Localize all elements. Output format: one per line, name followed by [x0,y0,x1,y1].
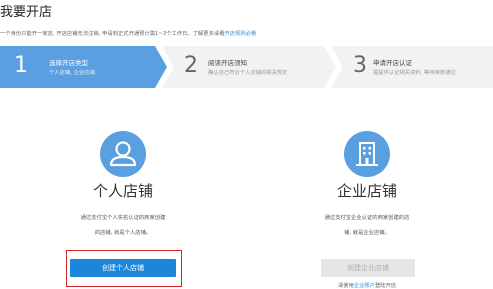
step-1-number: 1 [14,53,28,78]
step-2-title: 阅读开店须知 [208,59,247,67]
create-enterprise-store-button[interactable]: 创建企业店铺 [321,259,415,277]
note-prefix: 请使用 [337,283,354,289]
personal-store-title: 个人店铺 [92,182,153,200]
personal-store-desc: 通过支付宝个人实名认证的商家创建 的店铺, 就是个人店铺。 [58,211,188,241]
create-personal-store-button[interactable]: 创建个人店铺 [70,259,176,277]
step-1-desc: 个人店铺, 企业店铺 [49,70,95,76]
note-suffix: 登陆开店 [374,283,397,289]
intro-text: 一个身份只能开一家店, 开店店铺无法注销, 申请到正式开通预计需1~3个工作日。… [0,29,256,37]
enterprise-store-card: 企业店铺 通过支付宝企业认证的商家创建的店 铺, 就是企业店铺。 创建企业店铺 … [292,126,442,289]
user-icon [100,131,146,177]
step-3-desc: 需提供认证相关资料, 等待审核通过 [373,70,456,76]
enterprise-store-desc: 通过支付宝企业认证的商家创建的店 铺, 就是企业店铺。 [302,211,432,241]
step-3-number: 3 [353,53,367,78]
personal-store-card: 个人店铺 通过支付宝个人实名认证的商家创建 的店铺, 就是个人店铺。 创建个人店… [48,126,198,289]
step-3: 3 申请开店认证 需提供认证相关资料, 等待审核通过 [331,46,493,88]
step-3-title: 申请开店认证 [373,59,412,67]
step-1-title: 选择开店类型 [49,59,88,67]
rules-link[interactable]: 开店规则必看 [225,31,257,37]
building-icon [344,131,390,177]
enterprise-desc-line1: 通过支付宝企业认证的商家创建的店 [324,215,410,221]
step-1: 1 选择开店类型 个人店铺, 企业店铺 [0,46,167,88]
page-title: 我要开店 [0,5,53,20]
step-2-number: 2 [184,53,198,78]
enterprise-account-link[interactable]: 企业账户 [354,283,375,289]
intro-body: 一个身份只能开一家店, 开店店铺无法注销, 申请到正式开通预计需1~3个工作日。… [0,31,225,37]
personal-desc-line1: 通过支付宝个人实名认证的商家创建 [80,215,166,221]
progress-steps: 1 选择开店类型 个人店铺, 企业店铺 2 阅读开店须知 确认自己符合个人店铺的… [0,46,493,88]
enterprise-store-title: 企业店铺 [336,182,397,200]
personal-desc-line2: 的店铺, 就是个人店铺。 [94,230,152,236]
step-2: 2 阅读开店须知 确认自己符合个人店铺的相关规定 [162,46,336,88]
enterprise-login-note: 请使用企业账户登陆开店 [292,281,442,289]
enterprise-desc-line2: 铺, 就是企业店铺。 [344,230,390,236]
step-2-desc: 确认自己符合个人店铺的相关规定 [208,70,288,76]
